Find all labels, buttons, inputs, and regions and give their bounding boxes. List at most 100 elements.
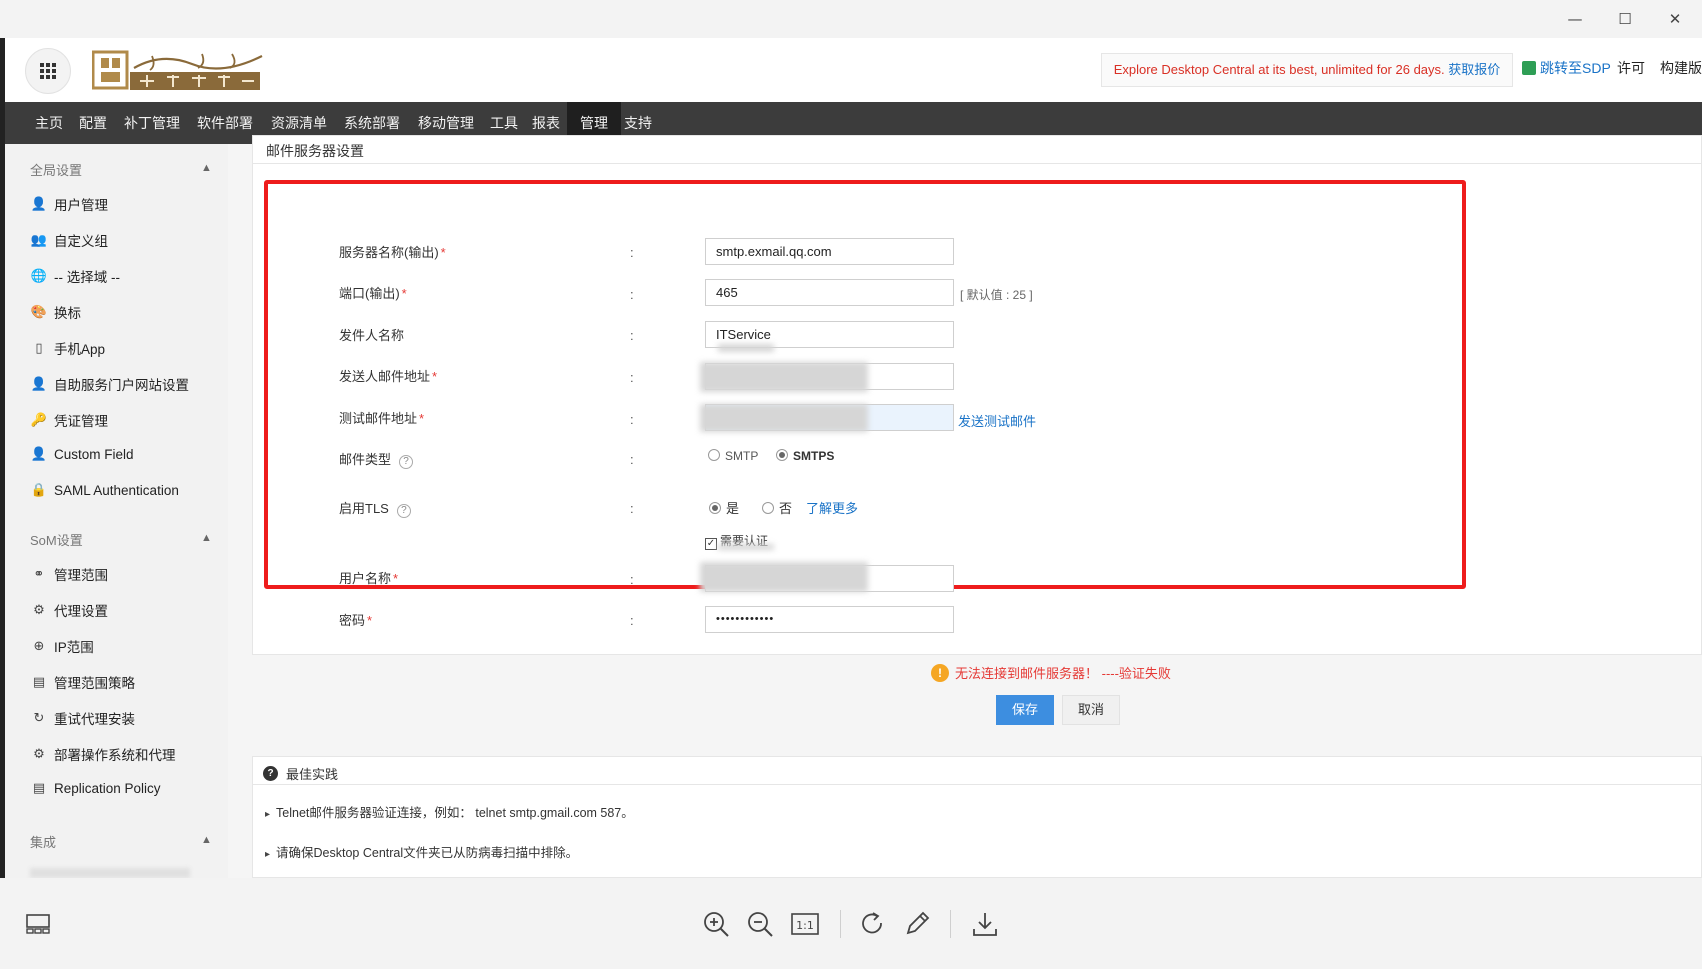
radio-label: 是 xyxy=(726,501,740,516)
port-default-hint: [ 默认值 : 25 ] xyxy=(960,288,1033,302)
retry-icon: ↻ xyxy=(33,710,45,725)
jump-sdp-label: 跳转至SDP xyxy=(1540,60,1611,76)
password-input[interactable]: •••••••••••• xyxy=(705,606,954,633)
divider xyxy=(252,163,1702,164)
sdp-icon xyxy=(1522,61,1536,75)
best-practice-item: Telnet邮件服务器验证连接，例如： telnet smtp.gmail.co… xyxy=(265,802,634,821)
label-text: 启用TLS xyxy=(339,501,389,516)
collapse-caret-icon[interactable]: ▲ xyxy=(201,532,212,544)
toolbar-separator xyxy=(840,910,841,938)
redacted-value xyxy=(700,562,868,592)
sidebar-item-credentials[interactable]: 🔑 凭证管理 xyxy=(30,410,108,430)
section-global-settings[interactable]: 全局设置 xyxy=(30,160,82,179)
menu-home[interactable]: 主页 xyxy=(27,102,71,144)
radio-label: SMTP xyxy=(725,449,759,463)
app-grid-button[interactable] xyxy=(25,48,71,94)
sidebar-item-mobile-app[interactable]: ▯ 手机App xyxy=(30,338,105,358)
sidebar-item-rebrand[interactable]: 🎨 换标 xyxy=(30,302,81,322)
colon: : xyxy=(630,287,634,302)
sidebar-item-deploy-os-agent[interactable]: ⚙ 部署操作系统和代理 xyxy=(30,744,175,764)
smtps-radio[interactable]: SMTPS xyxy=(776,449,834,463)
thumbnail-view-icon[interactable] xyxy=(18,904,58,944)
edit-pencil-icon[interactable] xyxy=(897,904,937,944)
sidebar-item-self-service-portal[interactable]: 👤 自助服务门户网站设置 xyxy=(30,374,189,394)
globe-icon: 🌐 xyxy=(30,268,48,283)
menu-patch[interactable]: 补丁管理 xyxy=(116,102,188,144)
required-mark: * xyxy=(440,245,446,260)
server-name-input[interactable]: smtp.exmail.qq.com xyxy=(705,238,954,265)
menu-config[interactable]: 配置 xyxy=(71,102,115,144)
download-icon[interactable] xyxy=(965,904,1005,944)
redacted-text xyxy=(718,544,774,550)
tls-yes-radio[interactable]: 是 xyxy=(709,498,739,517)
close-icon[interactable]: ✕ xyxy=(1664,8,1686,30)
sidebar: 全局设置 ▲ 👤 用户管理 👥 自定义组 🌐 -- 选择域 -- 🎨 换标 ▯ 手机App… xyxy=(5,144,228,878)
section-integration[interactable]: 集成 xyxy=(30,832,56,851)
zoom-out-icon[interactable] xyxy=(740,904,780,944)
custom-field-icon: 👤 xyxy=(30,446,48,461)
deploy-icon: ⚙ xyxy=(33,746,45,761)
radio-label: 否 xyxy=(779,501,793,516)
sidebar-item-retry-agent[interactable]: ↻ 重试代理安装 xyxy=(30,708,135,728)
smtp-radio[interactable]: SMTP xyxy=(708,449,758,463)
sidebar-item-user-management[interactable]: 👤 用户管理 xyxy=(30,194,108,214)
section-som-settings[interactable]: SoM设置 xyxy=(30,530,83,549)
trial-text: Explore Desktop Central at its best, unl… xyxy=(1113,62,1445,77)
required-mark: * xyxy=(367,613,373,628)
checkbox-icon: ✓ xyxy=(705,538,717,550)
colon: : xyxy=(630,328,634,343)
rotate-icon[interactable] xyxy=(853,904,893,944)
sidebar-item-scope-policy[interactable]: ▤ 管理范围策略 xyxy=(30,672,135,692)
sidebar-item-custom-group[interactable]: 👥 自定义组 xyxy=(30,230,108,250)
collapse-caret-icon[interactable]: ▲ xyxy=(201,162,212,174)
test-address-label: 测试邮件地址 * xyxy=(339,408,424,427)
send-test-mail-link[interactable]: 发送测试邮件 xyxy=(958,411,1036,430)
learn-more-link[interactable]: 了解更多 xyxy=(806,498,858,517)
get-quote-link[interactable]: 获取报价 xyxy=(1448,62,1500,77)
sidebar-item-custom-field[interactable]: 👤 Custom Field xyxy=(30,446,134,462)
colon: : xyxy=(630,613,634,628)
sidebar-item-select-domain[interactable]: 🌐 -- 选择域 -- xyxy=(30,266,120,286)
actual-size-icon[interactable]: 1:1 xyxy=(785,904,825,944)
minimize-icon[interactable]: — xyxy=(1564,8,1586,30)
sidebar-item-agent-settings[interactable]: ⚙ 代理设置 xyxy=(30,600,108,620)
phone-icon: ▯ xyxy=(35,340,43,355)
collapse-caret-icon[interactable]: ▲ xyxy=(201,834,212,846)
colon: : xyxy=(630,412,634,427)
ip-icon: ⊕ xyxy=(33,638,45,653)
sidebar-item-saml[interactable]: 🔒 SAML Authentication xyxy=(30,482,179,498)
sidebar-item-label: 换标 xyxy=(54,306,81,321)
viewer-toolbar: 1:1 xyxy=(0,878,1702,969)
build-version-link[interactable]: 构建版本 xyxy=(1660,58,1702,78)
label-text: 邮件类型 xyxy=(339,452,392,467)
help-icon[interactable]: ? xyxy=(396,504,411,518)
maximize-icon[interactable]: ☐ xyxy=(1614,8,1636,30)
menu-software-deploy[interactable]: 软件部署 xyxy=(189,102,261,144)
zoom-in-icon[interactable] xyxy=(696,904,736,944)
required-mark: * xyxy=(393,571,399,586)
sidebar-item-ip-range[interactable]: ⊕ IP范围 xyxy=(30,636,94,656)
viewer-titlebar: — ☐ ✕ xyxy=(0,0,1702,38)
save-button[interactable]: 保存 xyxy=(996,695,1054,725)
license-link[interactable]: 许可 xyxy=(1617,58,1645,78)
sidebar-item-replication-policy[interactable]: ▤ Replication Policy xyxy=(30,780,161,796)
colon: : xyxy=(630,572,634,587)
sidebar-item-label: -- 选择域 -- xyxy=(54,270,120,285)
sidebar-item-label: IP范围 xyxy=(54,640,94,655)
port-input[interactable]: 465 xyxy=(705,279,954,306)
user-icon: 👤 xyxy=(30,196,48,211)
password-label: 密码 * xyxy=(339,610,372,629)
colon: : xyxy=(630,370,634,385)
help-icon[interactable]: ? xyxy=(399,455,414,469)
sidebar-item-label: SAML Authentication xyxy=(54,482,179,498)
label-text: 用户名称 xyxy=(339,571,392,586)
radio-icon xyxy=(708,449,720,461)
port-label: 端口(输出) * xyxy=(339,283,407,302)
divider xyxy=(252,784,1702,785)
tls-no-radio[interactable]: 否 xyxy=(762,498,792,517)
label-text: 发送人邮件地址 xyxy=(339,369,431,384)
sidebar-item-label: 用户管理 xyxy=(54,198,108,213)
jump-sdp-link[interactable]: 跳转至SDP xyxy=(1522,58,1611,78)
cancel-button[interactable]: 取消 xyxy=(1062,695,1120,725)
sidebar-item-scope[interactable]: ⚭ 管理范围 xyxy=(30,564,108,584)
